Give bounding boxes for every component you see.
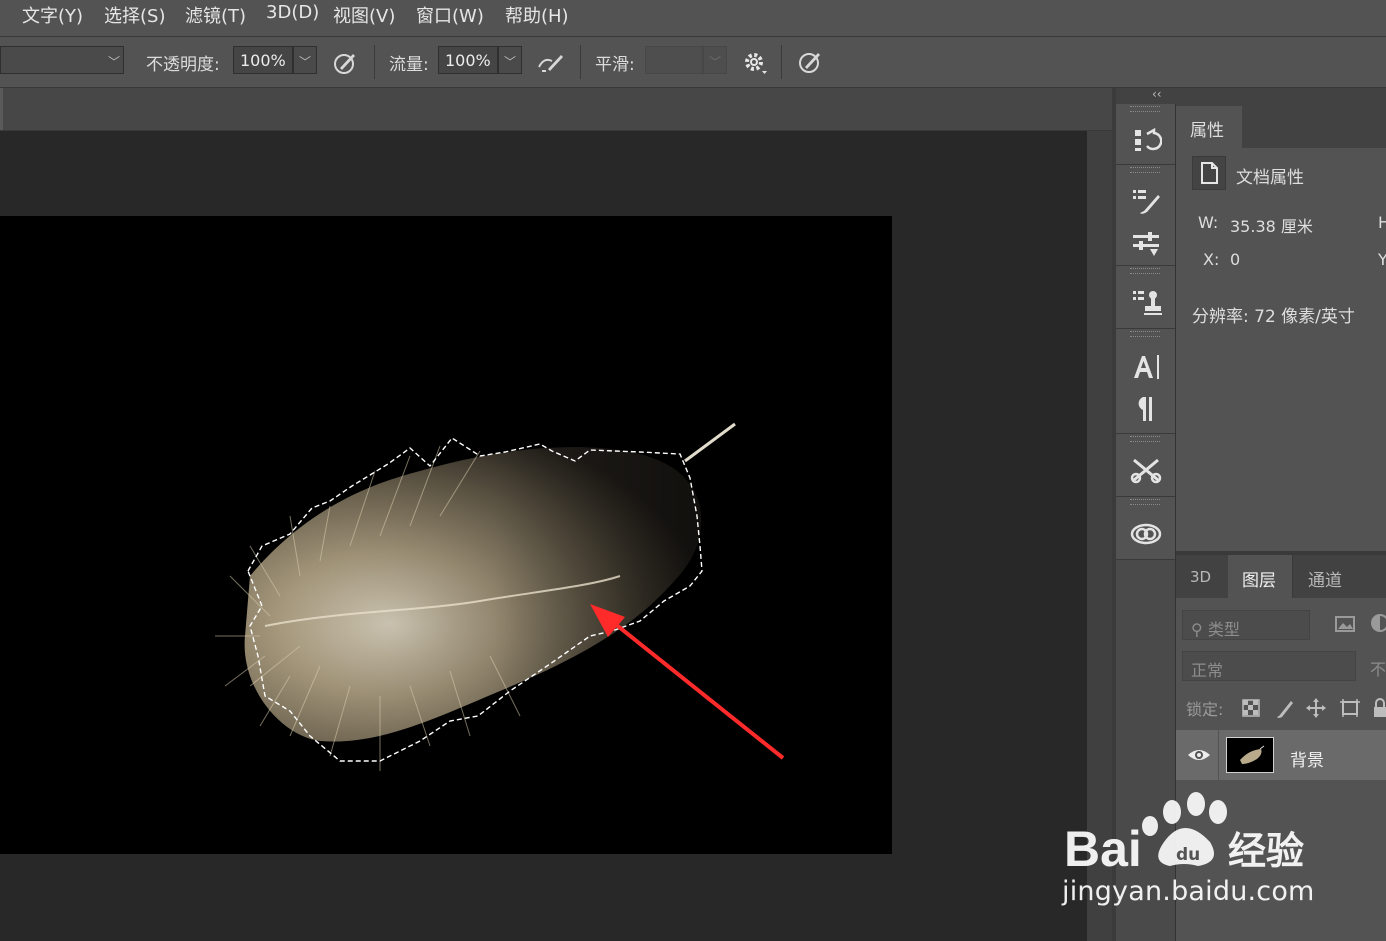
pressure-size-icon[interactable] [796,48,824,76]
document-icon-frame [1192,156,1226,190]
separator [580,45,581,79]
layer-thumbnail-image [1240,745,1265,764]
feather-tip [684,422,736,463]
height-label: H [1378,213,1386,232]
opacity-label: 不透明度: [146,55,220,75]
tool-presets-icon[interactable] [1130,454,1162,486]
lock-artboard-icon[interactable] [1338,697,1362,719]
grip-handle[interactable] [1130,268,1160,274]
icon-group-tool-presets [1116,434,1175,497]
smoothing-input[interactable] [645,46,703,74]
layer-name[interactable]: 背景 [1290,746,1324,771]
x-value[interactable]: 0 [1230,250,1240,269]
watermark-brand: Bai [1064,821,1142,877]
document-icon [1201,162,1218,184]
options-bar: ﹀ 不透明度: 100% ﹀ 流量: 100% ﹀ 平滑: ﹀ [0,37,1386,89]
creative-cloud-libraries-icon[interactable] [1130,517,1162,549]
opacity-input[interactable]: 100% [233,46,293,74]
flow-dropdown[interactable]: ﹀ [498,46,522,74]
icon-group-type [1116,329,1175,434]
layer-row-separator [1218,730,1219,780]
layer-filter-dropdown[interactable]: ⚲ 类型 [1182,610,1310,640]
chevron-down-icon: ﹀ [108,55,121,69]
flow-label: 流量: [389,55,429,75]
tab-separator [1292,555,1293,598]
layer-filter-label: 类型 [1207,620,1240,639]
chevron-down-icon: ﹀ [709,55,722,69]
paragraph-icon[interactable] [1130,393,1162,425]
watermark-du: du [1176,845,1200,865]
lock-position-icon[interactable] [1305,697,1327,719]
brush-settings-icon[interactable] [1130,185,1162,217]
airbrush-icon[interactable] [536,49,566,77]
menu-window[interactable]: 窗口(W) [416,2,484,28]
document-tab-strip [0,88,1112,131]
separator [374,45,375,79]
annotation-arrow [590,604,785,760]
tab-3d[interactable]: 3D [1190,568,1211,586]
arrow-shaft [602,613,785,760]
grip-handle[interactable] [1130,167,1160,173]
baidu-watermark-logo: Bai du 经验 [1064,792,1304,877]
grip-handle[interactable] [1130,499,1160,505]
lock-image-pixels-icon[interactable] [1274,697,1296,719]
tab-properties[interactable]: 属性 [1176,106,1242,148]
opacity-dropdown[interactable]: ﹀ [293,46,317,74]
panel-collapse-bar[interactable]: ‹‹ [1116,87,1386,104]
resolution-text: 分辨率: 72 像素/英寸 [1192,307,1355,327]
character-icon[interactable] [1130,351,1162,383]
document-tab[interactable] [0,88,3,130]
layer-thumbnail[interactable] [1226,737,1274,773]
tab-layers[interactable]: 图层 [1242,566,1276,591]
watermark-brand-suffix: 经验 [1228,829,1304,873]
icon-group-libraries [1116,497,1175,560]
menu-help[interactable]: 帮助(H) [505,2,569,28]
width-value[interactable]: 35.38 厘米 [1230,213,1313,237]
grip-handle[interactable] [1130,331,1160,337]
x-label: X: [1203,250,1220,269]
icon-group-history [1116,104,1175,165]
separator [781,45,782,79]
lock-transparent-pixels-icon[interactable] [1240,697,1262,719]
menu-view[interactable]: 视图(V) [333,2,395,28]
gear-icon[interactable] [741,49,769,77]
width-label: W: [1198,213,1219,232]
pressure-opacity-icon[interactable] [331,49,359,77]
image-filter-icon[interactable] [1334,614,1356,634]
clone-source-icon[interactable] [1130,286,1162,318]
icon-group-brushes [1116,165,1175,266]
layer-opacity-label: 不 [1370,660,1386,679]
chevron-down-icon: ﹀ [299,55,312,69]
adjustment-filter-icon[interactable] [1368,613,1386,633]
properties-tab-label: 属性 [1190,121,1224,141]
blend-mode-value: 正常 [1191,661,1224,680]
lock-label: 锁定: [1186,700,1224,719]
history-icon[interactable] [1130,124,1162,156]
smoothing-label: 平滑: [595,55,635,75]
collapse-icon[interactable]: ‹‹ [1152,87,1162,101]
grip-handle[interactable] [1130,106,1160,112]
icon-group-clone [1116,266,1175,329]
menu-bar: 文字(Y) 选择(S) 滤镜(T) 3D(D) 视图(V) 窗口(W) 帮助(H… [0,0,1386,37]
menu-select[interactable]: 选择(S) [104,2,165,28]
menu-filter[interactable]: 滤镜(T) [185,2,246,28]
tab-channels[interactable]: 通道 [1308,566,1342,591]
grip-handle[interactable] [1130,436,1160,442]
smoothing-dropdown[interactable]: ﹀ [703,46,727,74]
lock-all-icon[interactable] [1372,697,1386,719]
document-properties-title: 文档属性 [1236,168,1304,188]
menu-3d[interactable]: 3D(D) [266,2,319,23]
menu-type[interactable]: 文字(Y) [22,2,83,28]
eye-icon[interactable] [1187,747,1211,763]
arrow-head [590,604,625,637]
blend-mode-dropdown[interactable]: 正常 [1182,651,1356,681]
mode-dropdown[interactable]: ﹀ [0,46,124,74]
search-icon: ⚲ [1191,620,1203,639]
y-label: Y [1378,250,1386,269]
watermark-url: jingyan.baidu.com [1062,876,1315,907]
chevron-down-icon: ﹀ [504,55,517,69]
brush-presets-icon[interactable] [1130,227,1162,259]
flow-input[interactable]: 100% [438,46,498,74]
